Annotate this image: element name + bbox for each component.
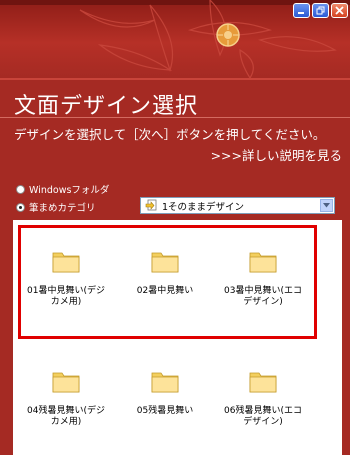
header-banner [0, 0, 350, 78]
item-label: 05残暑見舞い [136, 406, 194, 416]
radio-button[interactable] [16, 184, 25, 194]
design-item-04[interactable]: 04残暑見舞い(デジ カメ用) [18, 368, 114, 428]
radio-label: 筆まめカテゴリ [29, 203, 96, 214]
item-label: 06残暑見舞い(エコ デザイン) [224, 406, 302, 427]
radio-button[interactable] [16, 202, 25, 212]
design-item-03[interactable]: 03暑中見舞い(エコ デザイン) [215, 248, 311, 308]
folder-icon [151, 372, 179, 393]
design-item-02[interactable]: 02暑中見舞い [117, 248, 213, 297]
design-category-icon [145, 199, 157, 211]
select-arrow-button[interactable] [320, 199, 333, 212]
item-label: 02暑中見舞い [136, 286, 194, 296]
folder-icon [249, 252, 277, 273]
close-icon [335, 6, 344, 15]
restore-icon [316, 6, 325, 15]
detail-link[interactable]: >>>詳しい説明を見る [211, 145, 342, 164]
minimize-icon [298, 12, 304, 14]
select-value: 1そのままデザイン [162, 201, 245, 213]
close-button[interactable] [331, 3, 348, 18]
restore-button[interactable] [312, 3, 329, 18]
design-grid: 01暑中見舞い(デジ カメ用) 02暑中見舞い 03暑中見舞い(エコ デザイン) 0… [13, 220, 342, 455]
design-item-05[interactable]: 05残暑見舞い [117, 368, 213, 417]
folder-icon [249, 372, 277, 393]
right-edge [342, 220, 350, 455]
instruction-text: デザインを選択して［次へ］ボタンを押してください。 [14, 127, 326, 142]
chevron-down-icon [323, 203, 330, 208]
window-controls [293, 3, 348, 18]
design-item-01[interactable]: 01暑中見舞い(デジ カメ用) [18, 248, 114, 308]
radio-label: Windowsフォルダ [29, 185, 110, 196]
folder-icon [52, 252, 80, 273]
minimize-button[interactable] [293, 3, 310, 18]
design-item-06[interactable]: 06残暑見舞い(エコ デザイン) [215, 368, 311, 428]
radio-windows-folder[interactable]: Windowsフォルダ [16, 182, 109, 196]
item-label: 04残暑見舞い(デジ カメ用) [27, 406, 105, 427]
category-select[interactable]: 1そのままデザイン [140, 197, 335, 214]
radio-category[interactable]: 筆まめカテゴリ [16, 200, 96, 214]
folder-icon [151, 252, 179, 273]
folder-icon [52, 372, 80, 393]
page-title: 文面デザイン選択 [14, 94, 199, 119]
item-label: 01暑中見舞い(デジ カメ用) [27, 286, 105, 307]
flower-ornament [216, 23, 240, 47]
header-divider [0, 78, 350, 80]
item-label: 03暑中見舞い(エコ デザイン) [224, 286, 302, 307]
title-underline [0, 117, 350, 118]
